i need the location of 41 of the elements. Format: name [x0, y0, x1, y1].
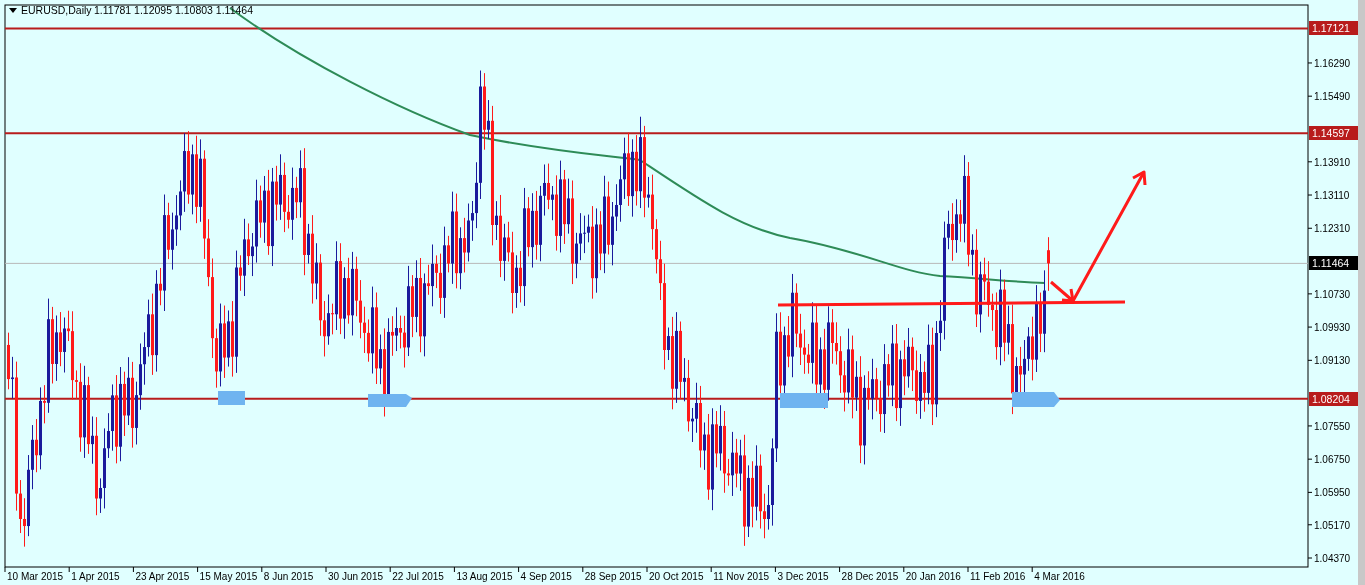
highlight-marker: [368, 394, 412, 407]
price-axis-label: 1.09130: [1314, 355, 1351, 367]
price-axis-label: 1.05170: [1314, 519, 1351, 531]
price-axis-label: 1.13110: [1314, 190, 1350, 202]
highlight-marker: [218, 391, 245, 405]
price-axis-label: 1.10730: [1314, 288, 1351, 300]
scrollbar[interactable]: [1358, 0, 1365, 585]
highlight-marker: [1012, 392, 1060, 407]
price-axis-label: 1.04370: [1314, 553, 1351, 564]
date-axis-label: 23 Apr 2015: [135, 571, 190, 582]
date-axis-label: 10 Mar 2015: [7, 571, 64, 582]
date-axis-label: 11 Feb 2016: [970, 571, 1026, 582]
price-axis-label: 1.12310: [1314, 223, 1351, 235]
price-axis-label: 1.06750: [1314, 454, 1351, 466]
date-axis-label: 30 Jun 2015: [328, 571, 384, 582]
price-axis-label: 1.05950: [1314, 487, 1351, 499]
date-axis-label: 4 Mar 2016: [1034, 571, 1085, 582]
date-axis-label: 13 Aug 2015: [456, 571, 513, 582]
ohlc-values: 1.11781 1.12095 1.10803 1.11464: [94, 4, 253, 16]
price-level-tag: 1.14597: [1309, 126, 1358, 141]
dropdown-icon[interactable]: [9, 8, 17, 13]
date-axis-label: 1 Apr 2015: [71, 571, 120, 582]
price-axis-label: 1.09930: [1314, 322, 1351, 334]
date-axis-label: 22 Jul 2015: [392, 571, 444, 582]
price-level-tag: 1.17121: [1309, 21, 1358, 36]
date-axis-label: 20 Oct 2015: [649, 571, 704, 582]
symbol-label: EURUSD,Daily: [21, 4, 92, 16]
price-axis-label: 1.16290: [1314, 57, 1351, 69]
date-axis-label: 4 Sep 2015: [520, 571, 572, 582]
date-axis-label: 3 Dec 2015: [777, 571, 829, 582]
date-axis-label: 28 Sep 2015: [584, 571, 642, 582]
date-axis-label: 28 Dec 2015: [841, 571, 899, 582]
highlight-marker: [780, 393, 828, 408]
date-axis-label: 8 Jun 2015: [263, 571, 314, 582]
price-axis-label: 1.13910: [1314, 156, 1351, 168]
date-axis-label: 20 Jan 2016: [905, 571, 961, 582]
current-price-tag: 1.11464: [1309, 256, 1358, 271]
date-axis-label: 11 Nov 2015: [713, 571, 770, 582]
price-axis-label: 1.15490: [1314, 91, 1351, 103]
date-axis-label: 15 May 2015: [199, 571, 258, 582]
price-axis-label: 1.07550: [1314, 420, 1351, 432]
